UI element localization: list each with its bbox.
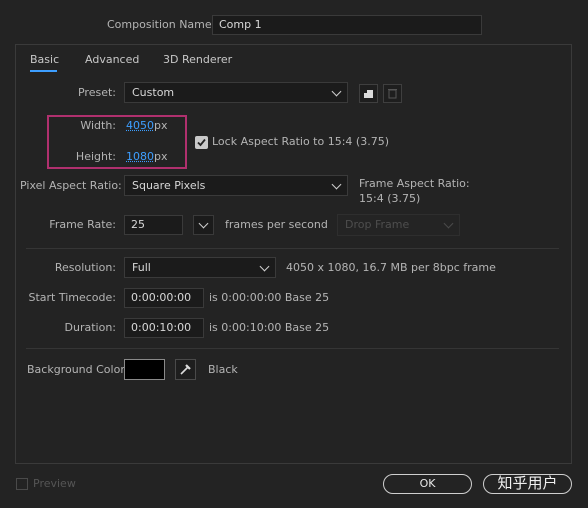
- chevron-down-icon: [259, 261, 270, 272]
- tab-advanced[interactable]: Advanced: [85, 53, 139, 66]
- background-color-label: Background Color:: [27, 363, 129, 376]
- frame-aspect-label: Frame Aspect Ratio:: [359, 177, 470, 190]
- drop-frame-dropdown[interactable]: Drop Frame: [337, 214, 460, 236]
- chevron-down-icon: [331, 86, 342, 97]
- watermark-text: 知乎用户: [483, 474, 572, 494]
- duration-info: is 0:00:10:00 Base 25: [209, 321, 330, 334]
- chevron-down-icon: [331, 179, 342, 190]
- height-value[interactable]: 1080: [126, 150, 154, 163]
- height-unit: px: [154, 150, 168, 163]
- pixel-aspect-label: Pixel Aspect Ratio:: [20, 179, 122, 192]
- eyedropper-button[interactable]: [175, 359, 196, 380]
- trash-icon: [388, 89, 397, 99]
- pixel-aspect-dropdown[interactable]: Square Pixels: [124, 175, 348, 196]
- settings-panel: [15, 44, 572, 464]
- width-label: Width:: [80, 119, 116, 132]
- composition-name-input[interactable]: Comp 1: [212, 15, 482, 35]
- resolution-dropdown[interactable]: Full: [124, 257, 276, 278]
- resolution-value: Full: [132, 261, 151, 274]
- frame-rate-dropdown-button[interactable]: [193, 215, 214, 235]
- duration-input[interactable]: 0:00:10:00: [124, 318, 204, 338]
- save-preset-icon: [364, 90, 373, 98]
- frame-rate-input[interactable]: 25: [124, 215, 183, 235]
- drop-frame-value: Drop Frame: [345, 218, 410, 231]
- preset-value: Custom: [132, 86, 175, 99]
- resolution-info: 4050 x 1080, 16.7 MB per 8bpc frame: [286, 261, 496, 274]
- tab-3d-renderer[interactable]: 3D Renderer: [163, 53, 232, 66]
- eyedropper-icon: [180, 364, 191, 375]
- ok-button[interactable]: OK: [383, 474, 472, 494]
- lock-aspect-label: Lock Aspect Ratio to 15:4 (3.75): [212, 135, 389, 148]
- start-timecode-input[interactable]: 0:00:00:00: [124, 288, 204, 308]
- composition-name-label: Composition Name:: [107, 18, 216, 31]
- height-label: Height:: [75, 150, 116, 163]
- preview-label: Preview: [33, 477, 76, 490]
- chevron-down-icon: [443, 218, 454, 229]
- start-timecode-info: is 0:00:00:00 Base 25: [209, 291, 330, 304]
- tab-basic[interactable]: Basic: [30, 53, 59, 66]
- background-color-swatch[interactable]: [124, 359, 165, 380]
- checkmark-icon: [197, 138, 206, 147]
- preset-dropdown[interactable]: Custom: [124, 82, 348, 103]
- delete-preset-button[interactable]: [383, 84, 402, 103]
- tab-basic-underline: [30, 70, 57, 72]
- preset-label: Preset:: [77, 86, 116, 99]
- frame-rate-unit: frames per second: [225, 218, 328, 231]
- frame-aspect-value: 15:4 (3.75): [359, 192, 421, 205]
- chevron-down-icon: [198, 218, 209, 229]
- background-color-name: Black: [208, 363, 238, 376]
- preview-checkbox[interactable]: [16, 478, 28, 490]
- pixel-aspect-value: Square Pixels: [132, 179, 206, 192]
- divider: [26, 348, 559, 349]
- save-preset-button[interactable]: [359, 84, 378, 103]
- width-value[interactable]: 4050: [126, 119, 154, 132]
- start-timecode-label: Start Timecode:: [28, 291, 116, 304]
- resolution-label: Resolution:: [54, 261, 116, 274]
- frame-rate-label: Frame Rate:: [49, 218, 116, 231]
- divider: [26, 248, 559, 249]
- width-unit: px: [154, 119, 168, 132]
- lock-aspect-checkbox[interactable]: [195, 136, 208, 149]
- duration-label: Duration:: [64, 321, 116, 334]
